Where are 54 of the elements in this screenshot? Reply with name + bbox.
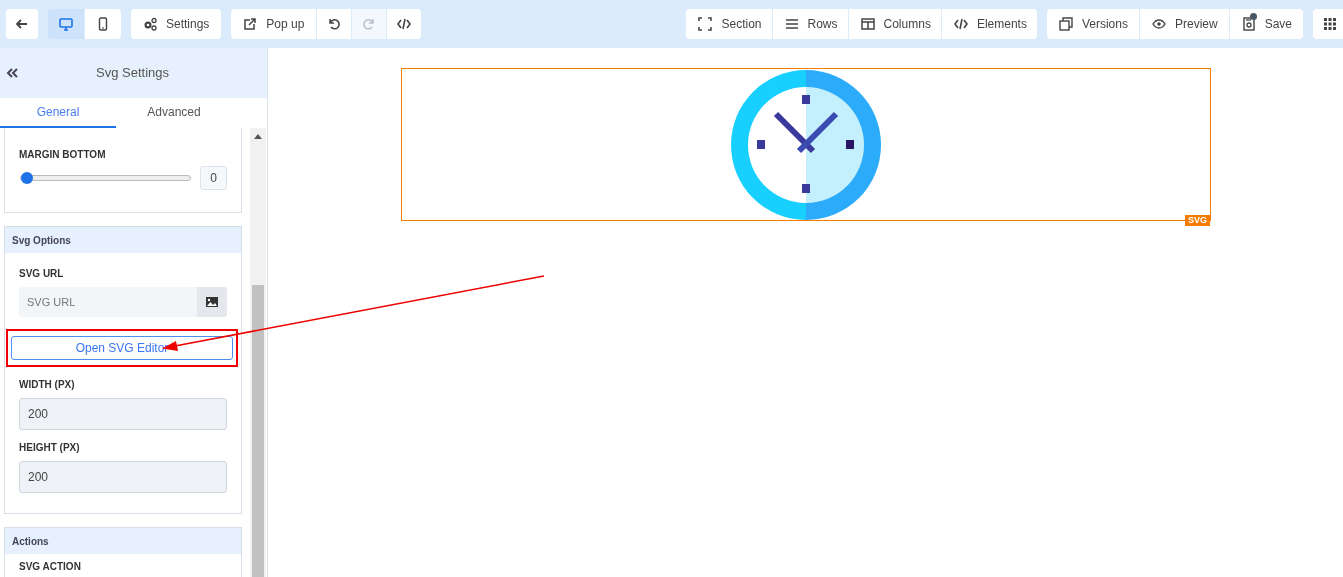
device-toggle[interactable]	[85, 9, 121, 39]
apps-button[interactable]	[1313, 9, 1343, 39]
mobile-icon	[96, 17, 110, 31]
notification-dot	[1249, 13, 1257, 20]
columns-icon	[860, 17, 875, 31]
scrollbar[interactable]	[250, 128, 266, 577]
device-toggle[interactable]	[48, 9, 84, 39]
toolbar-button[interactable]: Versions	[1046, 9, 1139, 39]
field-label: MARGIN BOTTOM	[19, 148, 107, 162]
number-field[interactable]: 200	[19, 461, 227, 493]
input-field[interactable]: SVG URL	[19, 287, 197, 317]
gears-icon	[143, 17, 157, 31]
panel-title: Svg Settings	[95, 64, 170, 83]
toolbar-button[interactable]: Pop up	[231, 9, 317, 39]
icon-button[interactable]	[387, 9, 422, 39]
toolbar-button[interactable]: Elements	[941, 9, 1037, 39]
section-header[interactable]: Actions	[5, 528, 241, 554]
image-icon	[205, 295, 219, 309]
toolbar-button[interactable]: Save	[1229, 9, 1303, 39]
open-editor-button[interactable]: Open SVG Editor	[11, 336, 233, 360]
field-label: SVG ACTION	[19, 560, 82, 574]
scroll-up-icon[interactable]	[254, 133, 262, 139]
back-button[interactable]	[6, 9, 38, 39]
toolbar-button[interactable]: Columns	[848, 9, 941, 39]
undo-icon	[327, 17, 342, 31]
grid-icon	[1323, 17, 1337, 31]
toolbar-button[interactable]: Section	[686, 9, 772, 39]
redo-icon	[362, 17, 377, 31]
image-button[interactable]	[197, 287, 227, 317]
section-header[interactable]: Svg Options	[5, 227, 241, 253]
toolbar-button[interactable]: Rows	[772, 9, 848, 39]
icon-button[interactable]	[317, 9, 352, 39]
menu-icon	[784, 17, 799, 31]
copy-icon	[1058, 17, 1073, 31]
number-field[interactable]: 0	[200, 166, 227, 190]
expand-icon	[698, 17, 713, 31]
slider-thumb[interactable]	[21, 172, 33, 184]
field-label: HEIGHT (PX)	[19, 441, 81, 455]
back-arrow-icon	[15, 17, 29, 31]
element-badge: SVG	[1185, 215, 1210, 226]
number-field[interactable]: 200	[19, 398, 227, 430]
desktop-icon	[59, 17, 73, 31]
field-label: WIDTH (PX)	[19, 378, 76, 392]
svg-element[interactable]	[401, 68, 1211, 221]
slider-track[interactable]	[20, 175, 191, 181]
toolbar-button[interactable]: Preview	[1139, 9, 1229, 39]
eye-icon	[1151, 17, 1166, 31]
toolbar-button[interactable]: Settings	[131, 9, 222, 39]
code-icon	[397, 17, 412, 31]
collapse-icon[interactable]	[6, 68, 18, 78]
external-link-icon	[243, 17, 258, 31]
code-icon	[953, 17, 968, 31]
field-label: SVG URL	[19, 267, 65, 281]
floppy-icon	[1241, 17, 1256, 31]
